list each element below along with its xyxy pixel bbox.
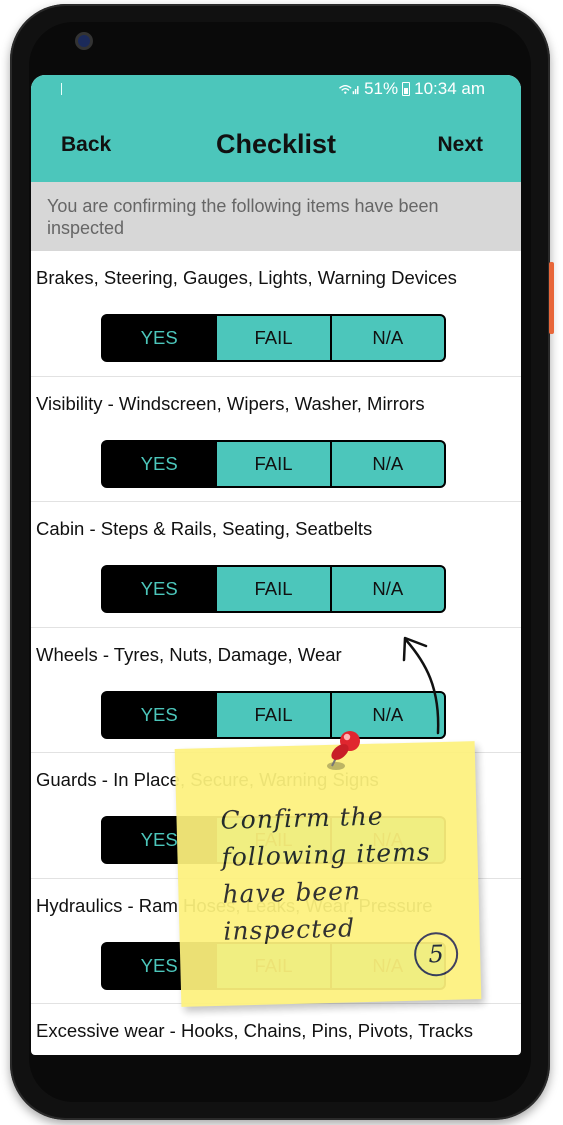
status-tick xyxy=(61,83,62,95)
battery-percent: 51% xyxy=(364,79,399,98)
sticky-note: Confirm the following items have been in… xyxy=(174,741,482,1007)
push-pin-icon xyxy=(327,731,360,770)
checklist-item: Cabin - Steps & Rails, Seating, Seatbelt… xyxy=(31,502,521,628)
side-button xyxy=(549,262,554,334)
yes-button[interactable]: YES xyxy=(103,692,216,737)
checklist-item-label: Brakes, Steering, Gauges, Lights, Warnin… xyxy=(36,267,457,288)
na-button[interactable]: N/A xyxy=(329,316,444,360)
status-indicators: 51% 10:34 am xyxy=(338,79,485,99)
checklist-item-label: Wheels - Tyres, Nuts, Damage, Wear xyxy=(36,643,342,665)
fail-button[interactable]: FAIL xyxy=(215,316,330,360)
na-button[interactable]: N/A xyxy=(329,441,444,486)
checklist-item-label: Excessive wear - Hooks, Chains, Pins, Pi… xyxy=(36,1020,473,1041)
yes-button[interactable]: YES xyxy=(103,567,216,611)
checklist-item-label: Visibility - Windscreen, Wipers, Washer,… xyxy=(36,392,425,414)
instruction-text: You are confirming the following items h… xyxy=(31,182,521,251)
answer-segmented-control: YESFAILN/A xyxy=(101,439,446,488)
step-number-badge: 5 xyxy=(413,931,459,977)
checklist-item: Brakes, Steering, Gauges, Lights, Warnin… xyxy=(31,251,521,377)
yes-button[interactable]: YES xyxy=(103,316,216,360)
answer-segmented-control: YESFAILN/A xyxy=(101,565,446,613)
app-header: Back Checklist Next xyxy=(31,105,521,182)
front-camera xyxy=(75,32,93,50)
checklist-item: Excessive wear - Hooks, Chains, Pins, Pi… xyxy=(31,1004,521,1055)
fail-button[interactable]: FAIL xyxy=(215,441,330,486)
fail-button[interactable]: FAIL xyxy=(215,567,330,611)
answer-segmented-control: YESFAILN/A xyxy=(101,314,446,362)
pointer-arrow xyxy=(402,636,440,735)
na-button[interactable]: N/A xyxy=(329,567,444,611)
yes-button[interactable]: YES xyxy=(103,441,216,486)
checklist-item: Visibility - Windscreen, Wipers, Washer,… xyxy=(31,377,521,502)
next-button[interactable]: Next xyxy=(437,133,483,157)
fail-button[interactable]: FAIL xyxy=(215,692,330,737)
checklist-item-label: Cabin - Steps & Rails, Seating, Seatbelt… xyxy=(36,518,373,539)
wifi-signal-icon xyxy=(339,85,359,95)
status-time: 10:34 am xyxy=(414,79,485,98)
annotation-text: Confirm the following items have been in… xyxy=(220,801,432,946)
status-bar: 51% 10:34 am xyxy=(31,75,521,105)
battery-icon xyxy=(402,82,411,96)
answer-segmented-control: YESFAILN/A xyxy=(101,690,446,739)
